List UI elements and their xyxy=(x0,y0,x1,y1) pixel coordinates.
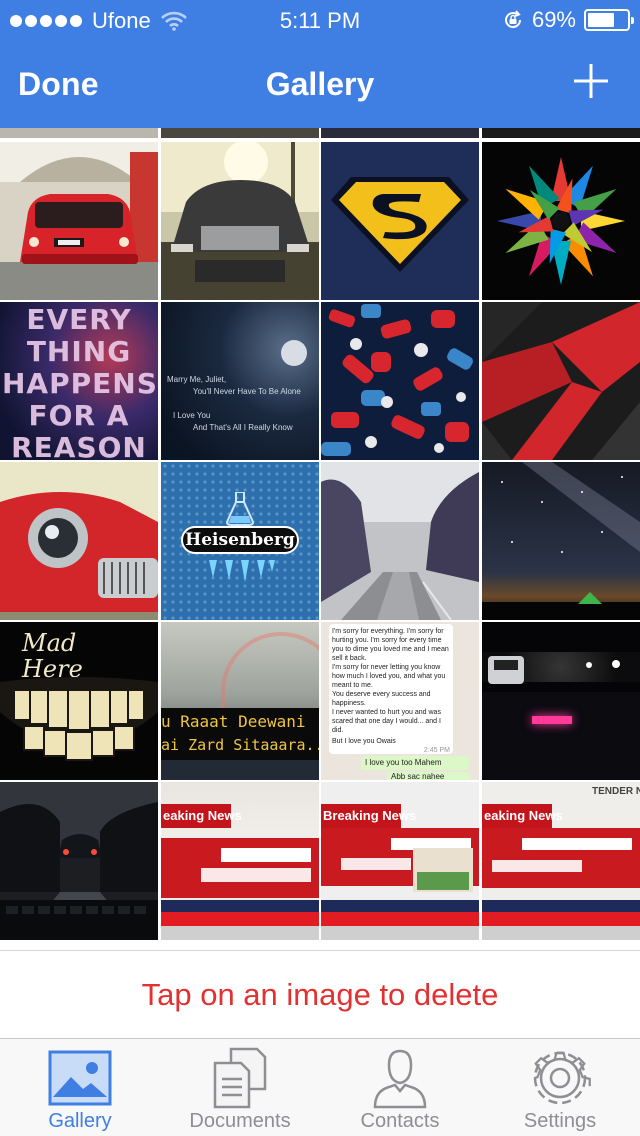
delete-hint: Tap on an image to delete xyxy=(141,976,499,1012)
photo-tile[interactable] xyxy=(0,782,158,940)
rotation-lock-icon xyxy=(504,10,521,29)
tab-documents[interactable]: Documents xyxy=(160,1039,320,1136)
photo-tile[interactable]: eaking News xyxy=(161,782,319,940)
header: Ufone 5:11 PM 69% Done Gallery xyxy=(0,0,640,128)
documents-icon xyxy=(213,1047,267,1109)
news-label: eaking News xyxy=(484,808,563,823)
gear-icon xyxy=(533,1051,591,1105)
chat-text: I'm sorry for everything. I'm sorry for … xyxy=(332,628,449,662)
photo-tile[interactable]: u Raaat Deewani ai Zard Sitaaara... xyxy=(161,622,319,780)
chat-text: I never wanted to hurt you and was scare… xyxy=(332,709,441,734)
page-title: Gallery xyxy=(265,66,375,102)
tab-label: Settings xyxy=(523,1110,597,1132)
photo-tile[interactable] xyxy=(321,302,479,460)
tile-text: ai Zard Sitaaara... xyxy=(161,736,319,754)
photo-tile[interactable] xyxy=(161,142,319,300)
tab-bar: Gallery Documents Contacts Settings xyxy=(0,1038,640,1136)
photo-tile[interactable] xyxy=(482,142,640,300)
news-label: eaking News xyxy=(163,808,242,823)
battery-fill xyxy=(588,13,615,27)
tile-text: You'll Never Have To Be Alone xyxy=(193,387,301,396)
tile-text: And That's All I Really Know xyxy=(193,423,293,432)
photo-tile-partial[interactable] xyxy=(482,128,640,138)
photo-tile-partial[interactable] xyxy=(321,128,479,138)
photo-tile[interactable]: Mad Here xyxy=(0,622,158,780)
status-right: 69% xyxy=(502,7,634,33)
photo-grid: EVERY THING HAPPENS FOR A REASON Marry M… xyxy=(0,128,640,940)
photo-tile[interactable]: Breaking News xyxy=(321,782,479,940)
tab-settings[interactable]: Settings xyxy=(480,1039,640,1136)
photo-tile[interactable] xyxy=(482,302,640,460)
chat-text: But I love you Owais xyxy=(332,738,396,745)
photo-tile[interactable] xyxy=(321,142,479,300)
tile-text: u Raaat Deewani xyxy=(161,712,306,731)
tab-label: Documents xyxy=(189,1110,291,1132)
photo-tile[interactable] xyxy=(482,462,640,620)
chat-reply: Abb sac nahee xyxy=(387,772,469,780)
tile-text: EVERY THING HAPPENS FOR A REASON xyxy=(2,303,158,461)
photo-tile[interactable]: Heisenberg xyxy=(161,462,319,620)
navigation-bar: Done Gallery xyxy=(0,40,640,128)
contact-icon xyxy=(373,1049,427,1109)
photo-tile[interactable]: TENDER N eaking News xyxy=(482,782,640,940)
photo-tile-partial[interactable] xyxy=(0,128,158,138)
photo-tile[interactable]: EVERY THING HAPPENS FOR A REASON xyxy=(0,302,158,460)
battery-percent: 69% xyxy=(531,7,576,32)
photo-tile[interactable] xyxy=(482,622,640,780)
photo-tile[interactable] xyxy=(0,142,158,300)
chat-reply: I love you too Mahem xyxy=(361,756,469,770)
photo-tile[interactable] xyxy=(0,462,158,620)
news-label: TENDER N xyxy=(592,786,640,797)
photo-tile[interactable]: I'm sorry for everything. I'm sorry for … xyxy=(321,622,479,780)
tab-label: Gallery xyxy=(48,1110,112,1132)
image-icon xyxy=(48,1050,112,1106)
photo-tile[interactable] xyxy=(321,462,479,620)
delete-hint-area: Tap on an image to delete xyxy=(0,950,640,1038)
chat-text: I'm sorry for never letting you know how… xyxy=(332,664,446,689)
tab-contacts[interactable]: Contacts xyxy=(320,1039,480,1136)
plus-icon[interactable] xyxy=(572,62,610,100)
tile-text: I Love You xyxy=(173,411,211,420)
tile-text: Marry Me, Juliet, xyxy=(167,375,227,384)
photo-tile-partial[interactable] xyxy=(161,128,319,138)
photo-tile[interactable]: Marry Me, Juliet, You'll Never Have To B… xyxy=(161,302,319,460)
news-label: Breaking News xyxy=(323,808,417,823)
tile-text: Heisenberg xyxy=(181,526,299,554)
chat-time: 2:45 PM xyxy=(423,747,450,754)
battery-icon xyxy=(584,9,634,31)
tab-gallery[interactable]: Gallery xyxy=(0,1039,160,1136)
chat-text: You deserve every success and happiness. xyxy=(332,691,431,707)
status-bar: Ufone 5:11 PM 69% xyxy=(0,0,640,40)
tab-label: Contacts xyxy=(360,1110,440,1132)
